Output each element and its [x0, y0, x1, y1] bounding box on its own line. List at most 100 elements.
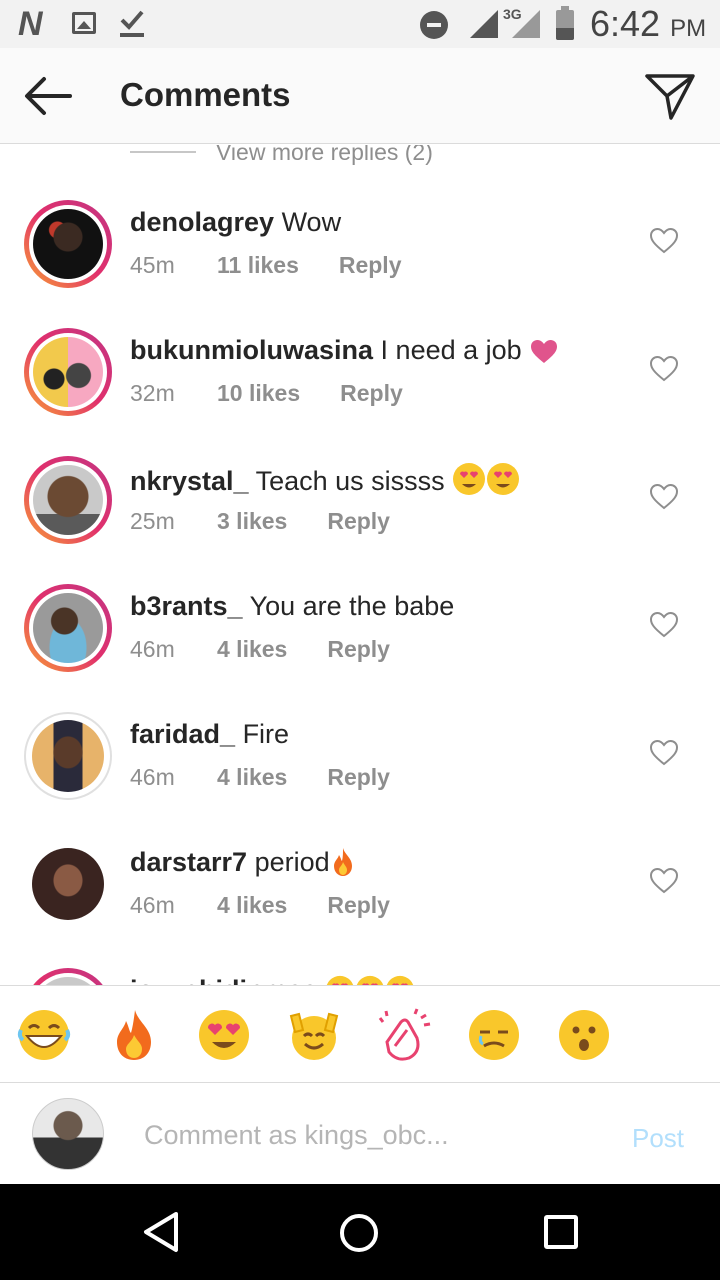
comment-username[interactable]: nkrystal_	[130, 466, 249, 496]
post-button[interactable]: Post	[632, 1123, 684, 1154]
heart-eyes-icon	[487, 463, 520, 495]
sad-face-icon[interactable]	[467, 1008, 521, 1062]
like-heart-icon[interactable]	[650, 612, 678, 638]
comment-item: darstarr7 period 46m 4 likes Reply	[0, 840, 720, 968]
view-more-label: View more replies (2)	[216, 145, 433, 165]
comment-item: faridad_ Fire 46m 4 likes Reply	[0, 712, 720, 840]
system-nav-bar	[0, 1184, 720, 1280]
story-ring[interactable]	[24, 200, 112, 288]
comment-likes[interactable]: 3 likes	[217, 508, 287, 535]
comment-username[interactable]: bukunmioluwasina	[130, 335, 373, 365]
like-heart-icon[interactable]	[650, 740, 678, 766]
header: Comments	[0, 48, 720, 144]
comment-likes[interactable]: 4 likes	[217, 892, 287, 919]
reply-button[interactable]: Reply	[339, 252, 402, 279]
status-bar: N 3G 6:42 PM	[0, 0, 720, 48]
comment-body: period	[254, 847, 330, 877]
story-ring[interactable]	[24, 328, 112, 416]
heart-eyes-icon	[326, 975, 354, 985]
heart-eyes-icon[interactable]	[197, 1008, 251, 1062]
signal-secondary-icon	[512, 10, 540, 38]
story-ring[interactable]	[24, 968, 112, 985]
heart-eyes-icon	[386, 975, 414, 985]
image-notification-icon	[72, 12, 96, 34]
comment-username[interactable]: denolagrey	[130, 207, 274, 237]
comment-username[interactable]: b3rants_	[130, 591, 243, 621]
clock: 6:42 PM	[590, 3, 707, 44]
nav-home-icon[interactable]	[340, 1214, 378, 1252]
reply-button[interactable]: Reply	[327, 636, 390, 663]
nav-back-icon[interactable]	[140, 1210, 184, 1254]
comment-username[interactable]: darstarr7	[130, 847, 247, 877]
download-complete-icon	[120, 10, 144, 37]
clapping-hands-icon[interactable]	[377, 1008, 431, 1062]
battery-icon	[556, 6, 574, 40]
comment-item: denolagrey Wow 45m 11 likes Reply	[0, 200, 720, 328]
comment-time: 46m	[130, 892, 175, 918]
comment-meta: 46m 4 likes Reply	[130, 764, 390, 791]
comment-item: bukunmioluwasina I need a job 32m 10 lik…	[0, 328, 720, 456]
surprised-face-icon[interactable]	[557, 1008, 611, 1062]
avatar	[29, 461, 107, 539]
avatar	[26, 842, 110, 926]
comment-body: I need a job	[380, 335, 530, 365]
avatar-frame[interactable]	[24, 840, 112, 928]
comment-composer: Post	[0, 1083, 720, 1184]
comment-input[interactable]	[144, 1113, 604, 1157]
comment-item: joy_chidinmaa	[0, 968, 720, 985]
comment-likes[interactable]: 4 likes	[217, 636, 287, 663]
avatar-frame[interactable]	[24, 712, 112, 800]
view-more-replies[interactable]: View more replies (2)	[130, 145, 433, 167]
comment-body: Fire	[242, 719, 290, 749]
comment-list[interactable]: View more replies (2) denolagrey Wow 45m…	[0, 145, 720, 985]
comment-meta: 25m 3 likes Reply	[130, 508, 390, 535]
grinning-face-icon[interactable]	[17, 1008, 71, 1062]
comment-time: 32m	[130, 380, 175, 406]
comment-likes[interactable]: 4 likes	[217, 764, 287, 791]
avatar	[29, 205, 107, 283]
comment-item: b3rants_ You are the babe 46m 4 likes Re…	[0, 584, 720, 712]
nav-recents-icon[interactable]	[544, 1215, 578, 1249]
like-heart-icon[interactable]	[650, 228, 678, 254]
page-title: Comments	[120, 76, 291, 113]
reply-button[interactable]: Reply	[327, 764, 390, 791]
comment-likes[interactable]: 11 likes	[217, 252, 299, 279]
back-arrow-icon[interactable]	[18, 68, 78, 124]
avatar	[29, 333, 107, 411]
comment-body: Teach us sissss	[255, 466, 453, 496]
story-ring[interactable]	[24, 456, 112, 544]
signal-icon	[470, 10, 498, 38]
my-avatar	[32, 1098, 104, 1170]
pink-heart-icon	[531, 340, 558, 363]
emoji-quick-bar	[0, 985, 720, 1083]
fire-icon	[333, 848, 352, 876]
direct-send-icon[interactable]	[642, 68, 698, 124]
story-ring[interactable]	[24, 584, 112, 672]
raising-hands-face-icon[interactable]	[287, 1008, 341, 1062]
comment-body: Wow	[281, 207, 342, 237]
do-not-disturb-icon	[420, 11, 448, 39]
reply-button[interactable]: Reply	[327, 892, 390, 919]
like-heart-icon[interactable]	[650, 484, 678, 510]
like-heart-icon[interactable]	[650, 868, 678, 894]
like-heart-icon[interactable]	[650, 356, 678, 382]
heart-eyes-icon	[453, 463, 486, 495]
comment-time: 46m	[130, 764, 175, 790]
comment-time: 46m	[130, 636, 175, 662]
comment-time: 45m	[130, 252, 175, 278]
comment-item: nkrystal_ Teach us sissss 25m 3 likes Re…	[0, 456, 720, 584]
avatar	[26, 714, 110, 798]
heart-eyes-icon	[356, 975, 384, 985]
comment-likes[interactable]: 10 likes	[217, 380, 300, 407]
reply-button[interactable]: Reply	[340, 380, 403, 407]
comment-meta: 45m 11 likes Reply	[130, 252, 402, 279]
reply-button[interactable]: Reply	[327, 508, 390, 535]
comment-meta: 46m 4 likes Reply	[130, 892, 390, 919]
avatar	[29, 973, 107, 985]
comment-username[interactable]: faridad_	[130, 719, 235, 749]
fire-icon[interactable]	[107, 1008, 161, 1062]
comment-username[interactable]: joy_chidinmaa	[130, 975, 318, 985]
comment-time: 25m	[130, 508, 175, 534]
notification-n-icon: N	[18, 5, 43, 43]
avatar	[29, 589, 107, 667]
